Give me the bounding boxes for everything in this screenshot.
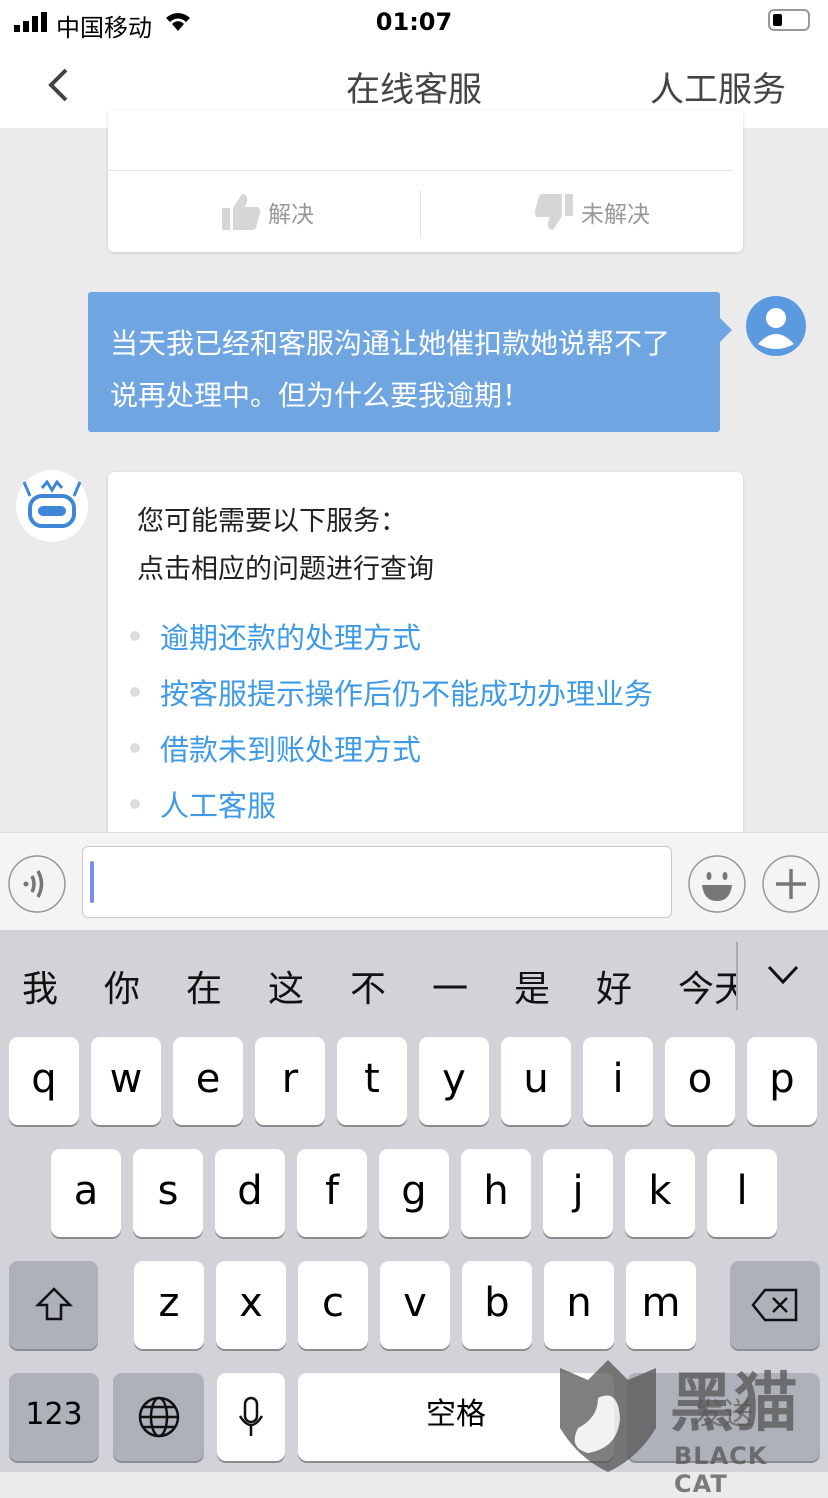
candidate-word[interactable]: 今天 (678, 960, 736, 1012)
bot-avatar (16, 470, 88, 542)
key-i[interactable]: i (583, 1037, 653, 1125)
key-f[interactable]: f (297, 1149, 367, 1237)
key-x[interactable]: x (216, 1261, 286, 1349)
key-v[interactable]: v (380, 1261, 450, 1349)
service-link[interactable]: 按客服提示操作后仍不能成功办理业务 (130, 664, 653, 720)
key-h[interactable]: h (461, 1149, 531, 1237)
key-p[interactable]: p (747, 1037, 817, 1125)
key-c[interactable]: c (298, 1261, 368, 1349)
input-bar (0, 832, 828, 930)
status-bar: 中国移动 01:07 (0, 0, 828, 50)
user-message-text: 当天我已经和客服沟通让她催扣款她说帮不了 说再处理中。但为什么要我逾期！ (110, 327, 671, 412)
candidate-word[interactable]: 我 (22, 960, 58, 1012)
candidate-word[interactable]: 你 (104, 960, 140, 1012)
key-t[interactable]: t (337, 1037, 407, 1125)
key-j[interactable]: j (543, 1149, 613, 1237)
backspace-icon (751, 1288, 798, 1322)
bot-message-line: 您可能需要以下服务： (137, 506, 407, 537)
message-input[interactable] (82, 846, 672, 918)
key-k[interactable]: k (625, 1149, 695, 1237)
thumbs-up-icon (222, 194, 261, 230)
black-cat-logo (560, 1360, 656, 1472)
battery-icon (768, 9, 810, 31)
shift-key[interactable] (9, 1261, 98, 1349)
candidate-word[interactable]: 不 (350, 960, 386, 1012)
microphone-icon (238, 1396, 264, 1436)
key-o[interactable]: o (665, 1037, 735, 1125)
candidate-word[interactable]: 一 (432, 960, 468, 1012)
solved-button[interactable]: 解决 (220, 192, 314, 232)
key-a[interactable]: a (51, 1149, 121, 1237)
dictation-key[interactable] (217, 1373, 285, 1461)
service-link[interactable]: 人工客服 (130, 776, 653, 832)
shift-icon (34, 1287, 73, 1321)
page-title: 在线客服 (346, 70, 482, 110)
thumbs-down-icon (534, 194, 573, 230)
key-s[interactable]: s (133, 1149, 203, 1237)
globe-key[interactable] (113, 1373, 204, 1461)
candidate-word[interactable]: 这 (268, 960, 304, 1012)
key-b[interactable]: b (462, 1261, 532, 1349)
key-m[interactable]: m (626, 1261, 696, 1349)
previous-bot-card: 解决 未解决 (108, 110, 743, 252)
numbers-key[interactable]: 123 (9, 1373, 99, 1461)
unsolved-button[interactable]: 未解决 (533, 192, 650, 232)
text-cursor (90, 861, 94, 903)
service-link[interactable]: 借款未到账处理方式 (130, 720, 653, 776)
key-u[interactable]: u (501, 1037, 571, 1125)
candidate-word[interactable]: 在 (186, 960, 222, 1012)
key-y[interactable]: y (419, 1037, 489, 1125)
service-link[interactable]: 逾期还款的处理方式 (130, 608, 653, 664)
chevron-down-icon[interactable] (766, 964, 800, 986)
key-d[interactable]: d (215, 1149, 285, 1237)
voice-icon[interactable] (8, 855, 66, 913)
globe-icon (138, 1396, 179, 1438)
user-avatar (746, 296, 806, 356)
candidate-word[interactable]: 好 (596, 960, 632, 1012)
key-q[interactable]: q (9, 1037, 79, 1125)
key-g[interactable]: g (379, 1149, 449, 1237)
key-l[interactable]: l (707, 1149, 777, 1237)
key-z[interactable]: z (134, 1261, 204, 1349)
delete-key[interactable] (730, 1261, 820, 1349)
user-message-bubble: 当天我已经和客服沟通让她催扣款她说帮不了 说再处理中。但为什么要我逾期！ (88, 292, 732, 432)
black-cat-watermark: 黑猫 BLACK CAT (558, 1358, 828, 1498)
candidate-word[interactable]: 是 (514, 960, 550, 1012)
bot-message-line: 点击相应的问题进行查询 (137, 554, 434, 585)
clock: 01:07 (375, 8, 453, 36)
bot-message-card: 您可能需要以下服务： 点击相应的问题进行查询 逾期还款的处理方式 按客服提示操作… (108, 472, 743, 842)
key-r[interactable]: r (255, 1037, 325, 1125)
key-n[interactable]: n (544, 1261, 614, 1349)
key-e[interactable]: e (173, 1037, 243, 1125)
emoji-icon[interactable] (688, 855, 746, 913)
key-w[interactable]: w (91, 1037, 161, 1125)
plus-icon[interactable] (762, 855, 820, 913)
